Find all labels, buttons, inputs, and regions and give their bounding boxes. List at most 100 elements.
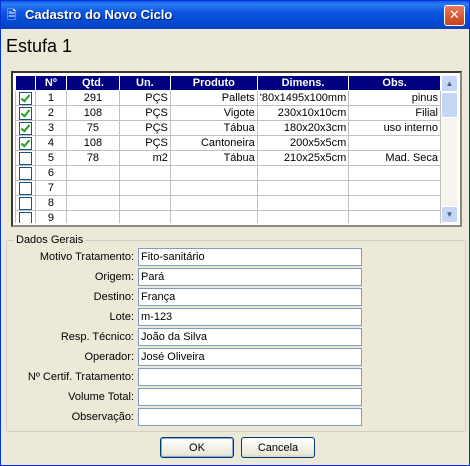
- cell-n[interactable]: 1: [34, 90, 68, 106]
- field-input[interactable]: Fito-sanitário: [138, 248, 362, 266]
- cell-qtd[interactable]: 78: [66, 150, 120, 166]
- cell-dimens[interactable]: [256, 210, 350, 223]
- cell-obs[interactable]: pinus: [348, 90, 441, 106]
- row-checkbox-cell[interactable]: [15, 210, 36, 223]
- cell-dimens[interactable]: [256, 180, 350, 196]
- field-input[interactable]: França: [138, 288, 362, 306]
- field-input[interactable]: João da Silva: [138, 328, 362, 346]
- cell-produto[interactable]: [169, 165, 258, 181]
- table-row[interactable]: 4 108 PÇS Cantoneira 200x5x5cm: [15, 135, 441, 151]
- header-obs[interactable]: Obs.: [348, 75, 441, 91]
- cell-un[interactable]: PÇS: [118, 90, 171, 106]
- row-checkbox[interactable]: [18, 91, 32, 105]
- cell-n[interactable]: 3: [34, 120, 68, 136]
- row-checkbox-cell[interactable]: [15, 180, 36, 196]
- cell-n[interactable]: 2: [34, 105, 68, 121]
- scroll-down-button[interactable]: ▼: [441, 206, 458, 223]
- header-un[interactable]: Un.: [118, 75, 171, 91]
- scroll-up-button[interactable]: ▲: [441, 75, 458, 92]
- cell-obs[interactable]: [348, 210, 441, 223]
- cell-qtd[interactable]: 291: [66, 90, 120, 106]
- row-checkbox-cell[interactable]: [15, 105, 36, 121]
- cell-n[interactable]: 5: [34, 150, 68, 166]
- cell-un[interactable]: PÇS: [118, 120, 171, 136]
- field-input[interactable]: José Oliveira: [138, 348, 362, 366]
- cell-qtd[interactable]: [66, 165, 120, 181]
- cell-qtd[interactable]: [66, 210, 120, 223]
- row-checkbox-cell[interactable]: [15, 90, 36, 106]
- row-checkbox-cell[interactable]: [15, 120, 36, 136]
- row-checkbox[interactable]: [18, 106, 32, 120]
- cell-un[interactable]: m2: [118, 150, 171, 166]
- row-checkbox[interactable]: [18, 166, 32, 180]
- header-check[interactable]: [15, 75, 36, 91]
- row-checkbox-cell[interactable]: [15, 195, 36, 211]
- cell-qtd[interactable]: [66, 180, 120, 196]
- header-num[interactable]: Nº: [34, 75, 68, 91]
- cell-dimens[interactable]: '80x1495x100mm: [256, 90, 350, 106]
- row-checkbox[interactable]: [18, 211, 32, 223]
- cell-obs[interactable]: [348, 165, 441, 181]
- cancel-button[interactable]: Cancela: [241, 437, 315, 458]
- cell-dimens[interactable]: 180x20x3cm: [256, 120, 350, 136]
- cell-dimens[interactable]: 210x25x5cm: [256, 150, 350, 166]
- cell-n[interactable]: 9: [34, 210, 68, 223]
- row-checkbox[interactable]: [18, 181, 32, 195]
- vertical-scrollbar[interactable]: ▲ ▼: [441, 75, 458, 223]
- cell-obs[interactable]: uso interno: [348, 120, 441, 136]
- header-qtd[interactable]: Qtd.: [66, 75, 120, 91]
- cell-dimens[interactable]: [256, 165, 350, 181]
- close-button[interactable]: ✕: [444, 5, 465, 26]
- table-row[interactable]: 1 291 PÇS Pallets '80x1495x100mm pinus: [15, 90, 441, 106]
- cell-obs[interactable]: Mad. Seca: [348, 150, 441, 166]
- cell-un[interactable]: [118, 195, 171, 211]
- cell-produto[interactable]: Pallets: [169, 90, 258, 106]
- row-checkbox[interactable]: [18, 136, 32, 150]
- cell-qtd[interactable]: 108: [66, 105, 120, 121]
- field-input[interactable]: [138, 388, 362, 406]
- table-row[interactable]: 8: [15, 195, 441, 211]
- cell-n[interactable]: 6: [34, 165, 68, 181]
- table-row[interactable]: 6: [15, 165, 441, 181]
- cell-produto[interactable]: [169, 180, 258, 196]
- row-checkbox[interactable]: [18, 121, 32, 135]
- cell-produto[interactable]: [169, 195, 258, 211]
- table-row[interactable]: 3 75 PÇS Tábua 180x20x3cm uso interno: [15, 120, 441, 136]
- cell-obs[interactable]: [348, 195, 441, 211]
- table-row[interactable]: 5 78 m2 Tábua 210x25x5cm Mad. Seca: [15, 150, 441, 166]
- cell-obs[interactable]: [348, 180, 441, 196]
- field-input[interactable]: m-123: [138, 308, 362, 326]
- scroll-thumb[interactable]: [441, 92, 458, 118]
- cell-un[interactable]: [118, 165, 171, 181]
- row-checkbox-cell[interactable]: [15, 165, 36, 181]
- cell-produto[interactable]: Vigote: [169, 105, 258, 121]
- cell-dimens[interactable]: [256, 195, 350, 211]
- table-row[interactable]: 2 108 PÇS Vigote 230x10x10cm Filial: [15, 105, 441, 121]
- field-input[interactable]: [138, 368, 362, 386]
- cell-un[interactable]: PÇS: [118, 105, 171, 121]
- title-bar[interactable]: 🗎 Cadastro do Novo Ciclo ✕: [1, 1, 469, 29]
- cell-obs[interactable]: Filial: [348, 105, 441, 121]
- field-input[interactable]: Pará: [138, 268, 362, 286]
- field-input[interactable]: [138, 408, 362, 426]
- cell-qtd[interactable]: [66, 195, 120, 211]
- cell-obs[interactable]: [348, 135, 441, 151]
- header-dimens[interactable]: Dimens.: [256, 75, 350, 91]
- table-row[interactable]: 9: [15, 210, 441, 223]
- row-checkbox-cell[interactable]: [15, 135, 36, 151]
- row-checkbox[interactable]: [18, 151, 32, 165]
- row-checkbox[interactable]: [18, 196, 32, 210]
- cell-un[interactable]: [118, 210, 171, 223]
- cell-dimens[interactable]: 200x5x5cm: [256, 135, 350, 151]
- cell-qtd[interactable]: 75: [66, 120, 120, 136]
- ok-button[interactable]: OK: [160, 437, 234, 458]
- cell-produto[interactable]: [169, 210, 258, 223]
- cell-un[interactable]: [118, 180, 171, 196]
- header-produto[interactable]: Produto: [169, 75, 258, 91]
- row-checkbox-cell[interactable]: [15, 150, 36, 166]
- cell-dimens[interactable]: 230x10x10cm: [256, 105, 350, 121]
- table-row[interactable]: 7: [15, 180, 441, 196]
- cell-n[interactable]: 8: [34, 195, 68, 211]
- cell-qtd[interactable]: 108: [66, 135, 120, 151]
- cell-un[interactable]: PÇS: [118, 135, 171, 151]
